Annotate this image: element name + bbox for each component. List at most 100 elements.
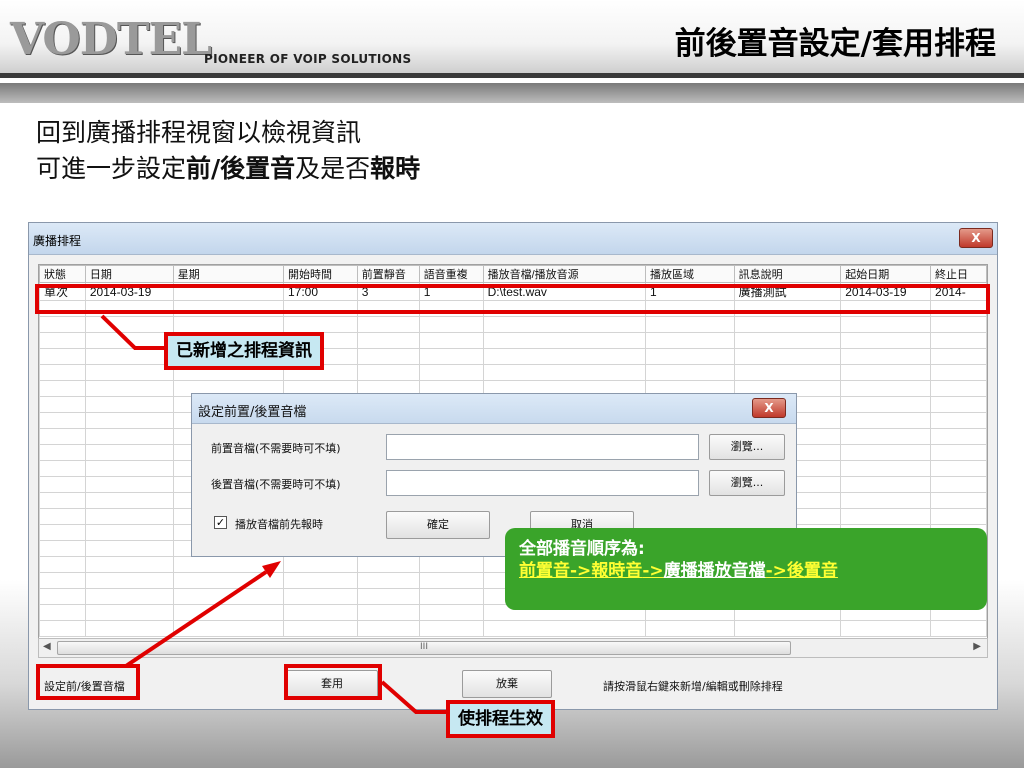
empty-row — [39, 620, 987, 637]
empty-cell — [356, 588, 420, 605]
column-header[interactable]: 播放區域 — [645, 265, 735, 283]
empty-cell — [840, 396, 932, 413]
column-header[interactable]: 終止日 — [930, 265, 987, 283]
empty-cell — [172, 572, 284, 589]
empty-cell — [84, 492, 174, 509]
empty-cell — [356, 556, 420, 573]
vodtel-logo: VODTEL — [10, 14, 212, 65]
empty-cell — [282, 588, 358, 605]
column-header[interactable]: 播放音檔/播放音源 — [482, 265, 647, 283]
empty-cell — [356, 604, 420, 621]
empty-cell — [840, 364, 932, 381]
column-header[interactable]: 起始日期 — [840, 265, 932, 283]
empty-cell — [733, 348, 842, 365]
empty-cell — [84, 348, 174, 365]
empty-cell — [356, 348, 420, 365]
empty-cell — [930, 364, 987, 381]
horizontal-scrollbar[interactable]: ◀ III ▶ — [38, 638, 988, 658]
order-arrow: -> — [570, 561, 592, 581]
empty-cell — [930, 332, 987, 349]
empty-cell — [84, 476, 174, 493]
pre-browse-button[interactable]: 瀏覽... — [709, 434, 785, 460]
empty-cell — [282, 620, 358, 637]
empty-cell — [356, 332, 420, 349]
empty-cell — [282, 556, 358, 573]
empty-cell — [645, 316, 735, 333]
empty-cell — [39, 572, 86, 589]
column-header[interactable]: 前置靜音 — [356, 265, 420, 283]
scroll-left-icon[interactable]: ◀ — [43, 641, 51, 652]
empty-cell — [356, 316, 420, 333]
order-arrow: -> — [765, 561, 787, 581]
empty-cell — [733, 332, 842, 349]
empty-cell — [840, 348, 932, 365]
column-header[interactable]: 語音重複 — [418, 265, 484, 283]
new-schedule-callout: 已新增之排程資訊 — [164, 332, 324, 370]
empty-cell — [84, 364, 174, 381]
empty-cell — [418, 348, 484, 365]
empty-cell — [84, 524, 174, 541]
empty-cell — [645, 332, 735, 349]
confirm-button[interactable]: 確定 — [386, 511, 490, 539]
column-header[interactable]: 訊息說明 — [733, 265, 842, 283]
empty-cell — [39, 524, 86, 541]
empty-cell — [645, 364, 735, 381]
window-close-button[interactable]: X — [959, 228, 993, 248]
discard-button[interactable]: 放棄 — [462, 670, 552, 698]
empty-cell — [39, 476, 86, 493]
empty-cell — [84, 428, 174, 445]
empty-cell — [84, 508, 174, 525]
column-header[interactable]: 開始時間 — [282, 265, 358, 283]
empty-cell — [930, 620, 987, 637]
empty-cell — [482, 316, 647, 333]
empty-cell — [930, 460, 987, 477]
empty-cell — [84, 540, 174, 557]
new-row-highlight — [35, 284, 990, 314]
empty-cell — [282, 604, 358, 621]
empty-cell — [84, 588, 174, 605]
order-arrow: -> — [642, 561, 664, 581]
empty-cell — [172, 604, 284, 621]
empty-cell — [418, 332, 484, 349]
announce-time-checkbox[interactable]: ✓ — [214, 516, 227, 529]
empty-cell — [840, 444, 932, 461]
intro-bold-pre-post: 前/後置音 — [186, 154, 296, 183]
dialog-close-button[interactable]: X — [752, 398, 786, 418]
empty-cell — [418, 316, 484, 333]
order-step: 報時音 — [591, 561, 643, 581]
column-header[interactable]: 日期 — [84, 265, 174, 283]
empty-row — [39, 316, 987, 333]
empty-cell — [84, 444, 174, 461]
empty-cell — [482, 620, 647, 637]
empty-cell — [84, 332, 174, 349]
empty-cell — [39, 316, 86, 333]
empty-cell — [418, 604, 484, 621]
empty-cell — [733, 620, 842, 637]
empty-cell — [84, 412, 174, 429]
post-browse-button[interactable]: 瀏覽... — [709, 470, 785, 496]
scrollbar-thumb[interactable]: III — [57, 641, 791, 655]
empty-cell — [930, 412, 987, 429]
intro-text-2: 及是否 — [295, 154, 371, 183]
empty-cell — [84, 380, 174, 397]
empty-cell — [39, 604, 86, 621]
empty-cell — [84, 316, 174, 333]
empty-cell — [482, 348, 647, 365]
play-order-title: 全部播音順序為: — [519, 539, 645, 559]
empty-cell — [39, 620, 86, 637]
empty-cell — [418, 364, 484, 381]
column-header[interactable]: 星期 — [172, 265, 284, 283]
empty-cell — [482, 364, 647, 381]
empty-cell — [282, 572, 358, 589]
empty-cell — [930, 316, 987, 333]
order-step: 後置音 — [786, 561, 838, 581]
column-header[interactable]: 狀態 — [39, 265, 86, 283]
empty-cell — [418, 588, 484, 605]
post-sound-input[interactable] — [386, 470, 699, 496]
empty-cell — [645, 348, 735, 365]
empty-cell — [482, 332, 647, 349]
empty-cell — [930, 492, 987, 509]
pre-sound-input[interactable] — [386, 434, 699, 460]
empty-cell — [418, 556, 484, 573]
scroll-right-icon[interactable]: ▶ — [973, 641, 981, 652]
